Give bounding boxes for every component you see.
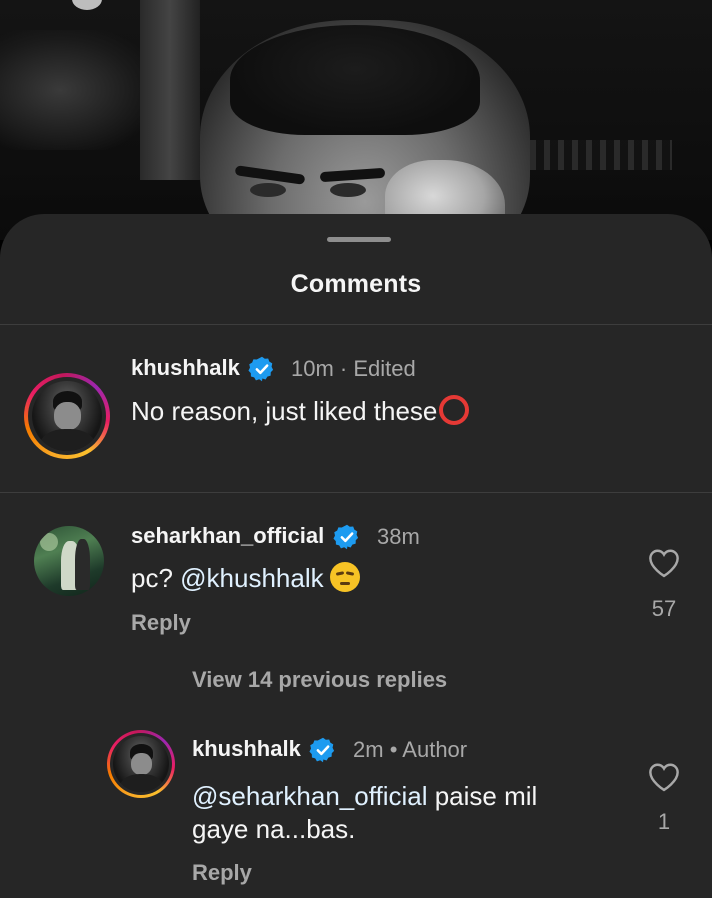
verified-badge-icon: [309, 737, 335, 763]
background-post-photo: [0, 0, 712, 240]
sheet-grabber[interactable]: [327, 237, 391, 242]
comment-text: @seharkhan_official paise mil gaye na...…: [192, 780, 537, 846]
sheet-title: Comments: [290, 270, 422, 298]
reply-button[interactable]: Reply: [192, 860, 252, 886]
header-divider: [0, 324, 712, 325]
comment-body-line2: gaye na...bas.: [192, 814, 356, 844]
comment-meta: 2m • Author: [353, 737, 467, 763]
reply-button[interactable]: Reply: [131, 610, 191, 636]
comment-body: paise mil: [427, 781, 538, 811]
avatar[interactable]: [24, 373, 110, 459]
comment-time: 10m: [291, 356, 334, 381]
view-previous-replies-button[interactable]: View 14 previous replies: [192, 667, 447, 693]
mention-link[interactable]: @seharkhan_official: [192, 781, 428, 811]
author-badge: Author: [402, 737, 468, 762]
unamused-face-emoji: [329, 562, 360, 592]
mention-link[interactable]: @khushhalk: [180, 563, 323, 593]
comment-time: 38m: [377, 524, 420, 549]
verified-badge-icon: [333, 524, 359, 550]
edited-label: · Edited: [339, 356, 416, 381]
red-circle-emoji: [439, 395, 470, 425]
caption-divider: [0, 492, 712, 493]
comment-text: No reason, just liked these: [131, 395, 470, 428]
avatar[interactable]: [34, 526, 104, 596]
comment-body: pc?: [131, 563, 181, 593]
like-count: 57: [651, 596, 677, 621]
comment-meta: 10m · Edited: [291, 356, 416, 382]
separator-dot: •: [389, 737, 398, 762]
like-count: 1: [657, 809, 671, 834]
comment-username[interactable]: seharkhan_official: [131, 523, 324, 549]
comments-sheet: Comments khushhalk 10m · Edited No reaso…: [0, 214, 712, 898]
comment-username[interactable]: khushhalk: [192, 736, 301, 762]
comment-time: 2m: [353, 737, 384, 762]
heart-outline-icon[interactable]: [647, 548, 681, 578]
heart-outline-icon[interactable]: [647, 762, 681, 792]
avatar[interactable]: [107, 730, 175, 798]
verified-badge-icon: [248, 356, 274, 382]
comment-body: No reason, just liked these: [131, 396, 438, 426]
comment-text: pc? @khushhalk: [131, 562, 360, 595]
comment-username[interactable]: khushhalk: [131, 355, 240, 381]
